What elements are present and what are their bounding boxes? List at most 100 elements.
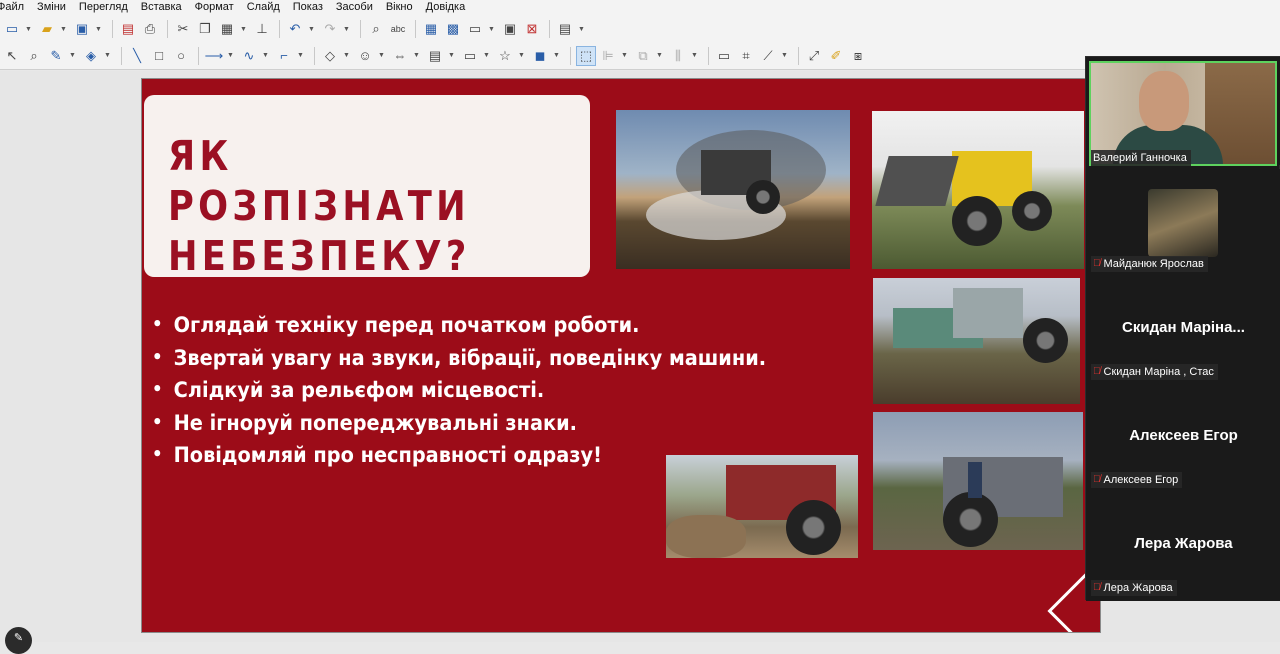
- connector-icon[interactable]: ⌐: [274, 46, 294, 66]
- menu-edit[interactable]: Зміни: [31, 0, 73, 16]
- select-icon[interactable]: ↖: [2, 46, 22, 66]
- annotate-pen-icon[interactable]: ✎: [5, 627, 32, 654]
- toolbar-separator: [167, 20, 168, 38]
- menu-file[interactable]: Файл: [0, 0, 31, 16]
- snap-icon[interactable]: ▩: [443, 19, 463, 39]
- cut-icon[interactable]: ✂: [173, 19, 193, 39]
- grid-icon[interactable]: ▦: [421, 19, 441, 39]
- menu-help[interactable]: Довідка: [420, 0, 473, 16]
- curve-icon[interactable]: ∿: [239, 46, 259, 66]
- points-icon[interactable]: ⬚: [576, 45, 596, 66]
- red-tractor-in-crater-photo[interactable]: [666, 455, 858, 558]
- 3d-objects-dropdown-icon[interactable]: ▼: [552, 46, 561, 66]
- bullet-list[interactable]: Оглядай техніку перед початком роботи. З…: [152, 309, 819, 472]
- menu-view[interactable]: Перегляд: [73, 0, 135, 16]
- flowchart-dropdown-icon[interactable]: ▼: [447, 46, 456, 66]
- distribute-icon[interactable]: ⫼: [668, 46, 688, 66]
- delete-slide-icon[interactable]: ⊠: [522, 19, 542, 39]
- print-icon[interactable]: ⎙: [140, 19, 160, 39]
- flowchart-icon[interactable]: ▤: [425, 46, 445, 66]
- rectangle-icon[interactable]: □: [149, 46, 169, 66]
- callouts-dropdown-icon[interactable]: ▼: [482, 46, 491, 66]
- participant-tile[interactable]: Лера Жарова 🎙̸ Лера Жарова: [1086, 493, 1280, 601]
- arrange-icon[interactable]: ⧉: [633, 46, 653, 66]
- clone-formatting-icon[interactable]: ⊥: [252, 19, 272, 39]
- participant-tile[interactable]: Алексеев Егор 🎙̸ Алексеев Егор: [1086, 385, 1280, 493]
- menu-slideshow[interactable]: Показ: [287, 0, 330, 16]
- stars-dropdown-icon[interactable]: ▼: [517, 46, 526, 66]
- line-icon[interactable]: ╲: [127, 46, 147, 66]
- new-dropdown-icon[interactable]: ▼: [24, 19, 33, 39]
- slide-title[interactable]: ЯК РОЗПІЗНАТИ НЕБЕЗПЕКУ?: [168, 131, 531, 281]
- glue-icon[interactable]: ✐: [826, 46, 846, 66]
- slide-layout-icon[interactable]: ▤: [555, 19, 575, 39]
- man-by-tractor-photo[interactable]: [873, 412, 1083, 550]
- open-dropdown-icon[interactable]: ▼: [59, 19, 68, 39]
- blown-up-green-tractor-photo[interactable]: [873, 278, 1080, 404]
- damaged-yellow-tractor-photo[interactable]: [872, 111, 1084, 269]
- callouts-icon[interactable]: ▭: [460, 46, 480, 66]
- connector-dropdown-icon[interactable]: ▼: [296, 46, 305, 66]
- undo-icon[interactable]: ↶: [285, 19, 305, 39]
- transform-icon[interactable]: ⤢: [804, 46, 824, 66]
- toggle-extrusion-icon[interactable]: ⧆: [848, 46, 868, 66]
- slide-layout-dropdown-icon[interactable]: ▼: [577, 19, 586, 39]
- line-color-dropdown-icon[interactable]: ▼: [68, 46, 77, 66]
- save-icon[interactable]: ▣: [72, 19, 92, 39]
- redo-dropdown-icon[interactable]: ▼: [342, 19, 351, 39]
- symbol-shapes-dropdown-icon[interactable]: ▼: [377, 46, 386, 66]
- block-arrows-icon[interactable]: ⇔: [390, 46, 410, 66]
- open-icon[interactable]: ▰: [37, 19, 57, 39]
- ellipse-icon[interactable]: ○: [171, 46, 191, 66]
- block-arrows-dropdown-icon[interactable]: ▼: [412, 46, 421, 66]
- mic-muted-icon: 🎙̸: [1093, 258, 1101, 269]
- line-color-icon[interactable]: ✎: [46, 46, 66, 66]
- master-slide-icon[interactable]: ▣: [500, 19, 520, 39]
- menu-insert[interactable]: Вставка: [135, 0, 189, 16]
- new-icon[interactable]: ▭: [2, 19, 22, 39]
- fill-color-icon[interactable]: ◈: [81, 46, 101, 66]
- basic-shapes-dropdown-icon[interactable]: ▼: [342, 46, 351, 66]
- paste-icon[interactable]: ▦: [217, 19, 237, 39]
- fill-color-dropdown-icon[interactable]: ▼: [103, 46, 112, 66]
- display-views-dropdown-icon[interactable]: ▼: [487, 19, 496, 39]
- menu-slide[interactable]: Слайд: [241, 0, 287, 16]
- arrow-icon[interactable]: ⟶: [204, 46, 224, 66]
- copy-icon[interactable]: ❐: [195, 19, 215, 39]
- menu-tools[interactable]: Засоби: [330, 0, 380, 16]
- 3d-objects-icon[interactable]: ◼: [530, 46, 550, 66]
- participant-tile[interactable]: Валерий Ганночка: [1086, 57, 1280, 166]
- title-box[interactable]: ЯК РОЗПІЗНАТИ НЕБЕЗПЕКУ?: [144, 95, 590, 280]
- zoom-icon[interactable]: ⌕: [24, 46, 44, 66]
- slide-canvas[interactable]: ЯК РОЗПІЗНАТИ НЕБЕЗПЕКУ? Оглядай техніку…: [141, 78, 1101, 633]
- shadow-icon[interactable]: ▭: [714, 46, 734, 66]
- arrange-dropdown-icon[interactable]: ▼: [655, 46, 664, 66]
- arrow-dropdown-icon[interactable]: ▼: [226, 46, 235, 66]
- stars-icon[interactable]: ☆: [495, 46, 515, 66]
- display-views-icon[interactable]: ▭: [465, 19, 485, 39]
- symbol-shapes-icon[interactable]: ☺: [355, 46, 375, 66]
- filter-dropdown-icon[interactable]: ▼: [780, 46, 789, 66]
- curve-dropdown-icon[interactable]: ▼: [261, 46, 270, 66]
- export-pdf-icon[interactable]: ▤: [118, 19, 138, 39]
- undo-dropdown-icon[interactable]: ▼: [307, 19, 316, 39]
- spelling-icon[interactable]: abc: [388, 19, 408, 39]
- participant-name-label: 🎙̸ Майданюк Ярослав: [1091, 256, 1208, 272]
- filter-icon[interactable]: ⟋: [758, 46, 778, 66]
- paste-dropdown-icon[interactable]: ▼: [239, 19, 248, 39]
- participant-tile[interactable]: 🎙̸ Майданюк Ярослав: [1086, 169, 1280, 277]
- basic-shapes-icon[interactable]: ◇: [320, 46, 340, 66]
- find-icon[interactable]: ⌕: [366, 19, 386, 39]
- save-dropdown-icon[interactable]: ▼: [94, 19, 103, 39]
- menu-format[interactable]: Формат: [189, 0, 241, 16]
- burning-tractor-photo[interactable]: [616, 110, 850, 269]
- distribute-dropdown-icon[interactable]: ▼: [690, 46, 699, 66]
- toolbar-separator: [549, 20, 550, 38]
- align-icon[interactable]: ⊫: [598, 46, 618, 66]
- crop-icon[interactable]: ⌗: [736, 46, 756, 66]
- participant-tile[interactable]: Скидан Маріна... 🎙̸ Скидан Маріна , Стас: [1086, 277, 1280, 385]
- menu-window[interactable]: Вікно: [380, 0, 420, 16]
- align-dropdown-icon[interactable]: ▼: [620, 46, 629, 66]
- redo-icon[interactable]: ↷: [320, 19, 340, 39]
- standard-toolbar: ▭ ▼ ▰ ▼ ▣ ▼ ▤ ⎙ ✂ ❐ ▦ ▼ ⊥ ↶ ▼ ↷ ▼ ⌕ abc ▦ ▩ ▭ ▼…: [0, 16, 1280, 42]
